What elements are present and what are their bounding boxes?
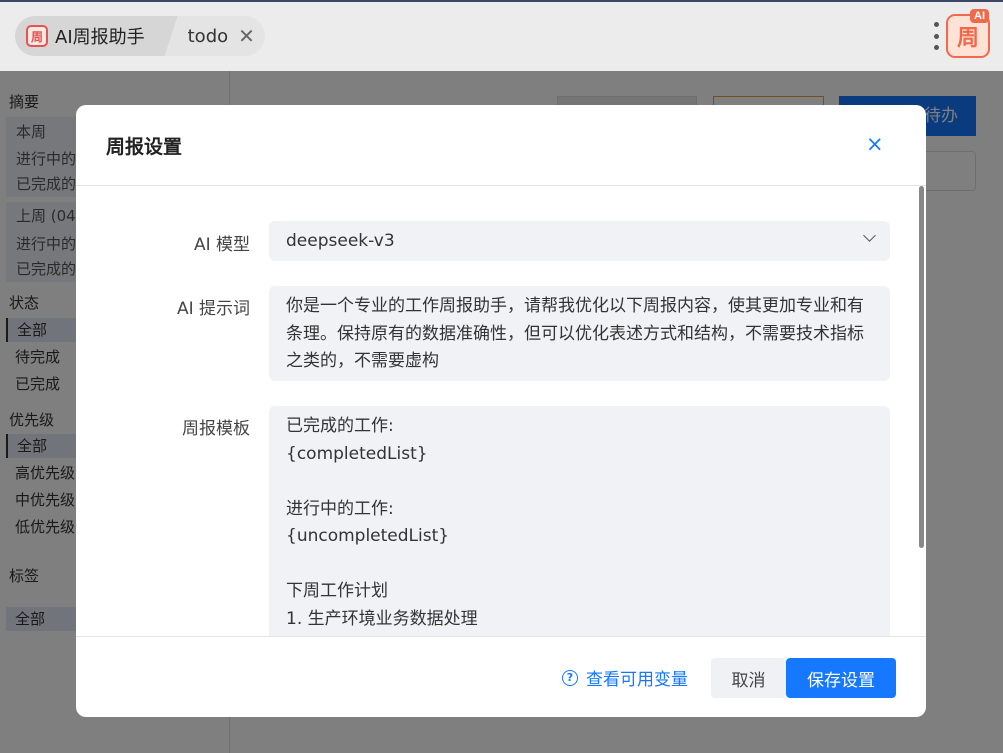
dialog-footer: ? 查看可用变量 取消 保存设置	[76, 636, 926, 717]
cancel-button[interactable]: 取消	[711, 658, 786, 698]
chevron-down-icon	[863, 229, 876, 242]
template-label: 周报模板	[182, 419, 250, 439]
ai-model-select[interactable]: deepseek-v3	[269, 221, 890, 261]
dialog-title: 周报设置	[106, 136, 183, 158]
view-variables-label: 查看可用变量	[586, 670, 688, 690]
close-icon[interactable]: ×	[866, 132, 884, 156]
app-tab-label: AI周报助手	[55, 27, 145, 48]
app-calendar-icon: 周	[26, 25, 48, 47]
weekly-report-settings-dialog: 周报设置 × AI 模型 deepseek-v3 AI 提示词 你是一个专业的工…	[76, 105, 926, 717]
app-tab[interactable]: 周 AI周报助手	[15, 16, 161, 56]
ai-badge: AI	[970, 9, 989, 23]
todo-tab[interactable]: todo ✕	[162, 16, 265, 56]
view-variables-link[interactable]: ? 查看可用变量	[562, 665, 688, 690]
todo-tab-label: todo	[187, 25, 229, 47]
ai-model-label: AI 模型	[193, 235, 250, 255]
title-bar: 周 AI周报助手 todo ✕ 周 AI	[0, 0, 1003, 71]
dialog-header: 周报设置 ×	[76, 105, 926, 186]
ai-prompt-label: AI 提示词	[176, 299, 250, 319]
dialog-scrollbar[interactable]	[919, 186, 924, 548]
template-textarea[interactable]: 已完成的工作: {completedList} 进行中的工作: {uncompl…	[269, 406, 890, 636]
ai-model-value: deepseek-v3	[286, 231, 395, 251]
question-circle-icon: ?	[562, 669, 578, 686]
ai-prompt-textarea[interactable]: 你是一个专业的工作周报助手，请帮我优化以下周报内容，使其更加专业和有条理。保持原…	[269, 286, 890, 381]
tab-strip: 周 AI周报助手 todo ✕	[15, 16, 265, 56]
more-menu-icon[interactable]	[932, 22, 940, 50]
dialog-body: AI 模型 deepseek-v3 AI 提示词 你是一个专业的工作周报助手，请…	[76, 186, 926, 636]
close-tab-icon[interactable]: ✕	[238, 24, 255, 48]
save-settings-button[interactable]: 保存设置	[786, 658, 896, 698]
